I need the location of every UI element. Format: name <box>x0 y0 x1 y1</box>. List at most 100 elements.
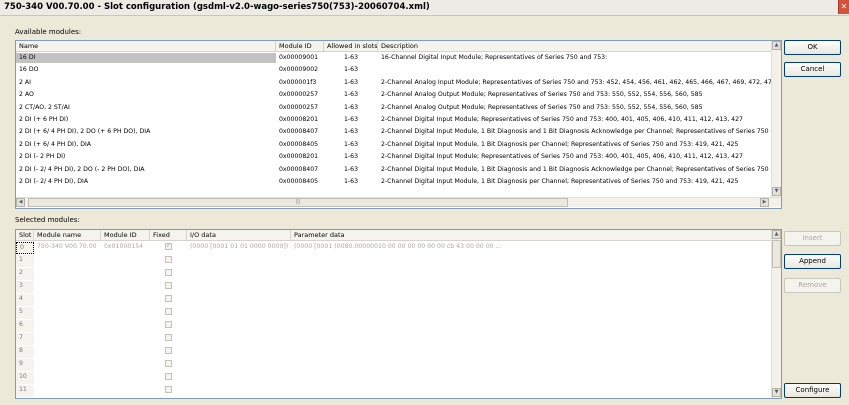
column-header-sel-module-id[interactable]: Module ID <box>101 230 150 241</box>
module-name-cell[interactable] <box>34 320 101 330</box>
insert-button[interactable]: Insert <box>784 231 841 246</box>
parameter-data-cell[interactable]: (0000 [0001 (0080.00000010 00 00 00 00 0… <box>291 242 772 252</box>
table-row[interactable]: 3 <box>16 281 772 293</box>
list-item[interactable]: 2 CT/AO, 2 ST/AI 0x00000257 1-63 2-Channel … <box>16 103 771 113</box>
io-data-cell[interactable] <box>187 255 291 265</box>
module-id-cell[interactable] <box>101 294 150 304</box>
module-name-cell[interactable] <box>34 294 101 304</box>
module-id-cell[interactable] <box>101 372 150 382</box>
column-header-module-name[interactable]: Module name <box>34 230 101 241</box>
column-header-parameter-data[interactable]: Parameter data <box>291 230 772 241</box>
configure-button[interactable]: Configure <box>784 383 841 398</box>
module-name-cell[interactable] <box>34 281 101 291</box>
module-name-cell[interactable] <box>34 333 101 343</box>
available-vertical-scrollbar[interactable]: ▲ ▼ <box>771 41 781 198</box>
module-id-cell[interactable] <box>101 281 150 291</box>
io-data-cell[interactable] <box>187 372 291 382</box>
module-id-cell[interactable] <box>101 346 150 356</box>
module-id-cell[interactable] <box>101 255 150 265</box>
scroll-left-icon[interactable]: ◀ <box>16 198 25 207</box>
close-icon[interactable]: ✕ <box>838 0 849 14</box>
table-row[interactable]: 11 <box>16 385 772 397</box>
list-item[interactable]: 16 DI 0x00009001 1-63 16-Channel Digital In… <box>16 53 771 63</box>
scroll-down-icon[interactable]: ▼ <box>772 187 781 196</box>
list-item[interactable]: 2 DI (- 2/ 4 PH DI), 2 DO (- 2 PH DO), D… <box>16 165 772 175</box>
fixed-checkbox[interactable] <box>165 360 172 367</box>
parameter-data-cell[interactable] <box>291 346 772 356</box>
table-row[interactable]: 1 <box>16 255 772 267</box>
module-id-cell[interactable] <box>101 385 150 395</box>
fixed-checkbox[interactable] <box>165 334 172 341</box>
parameter-data-cell[interactable] <box>291 268 772 278</box>
table-row[interactable]: 4 <box>16 294 772 306</box>
parameter-data-cell[interactable] <box>291 372 772 382</box>
io-data-cell[interactable]: (0000 [0001 01 01 0000 0000]) <box>187 242 291 252</box>
io-data-cell[interactable] <box>187 294 291 304</box>
list-item[interactable]: 2 DI (+ 6 PH DI) 0x00008201 1-63 2-Channel … <box>16 115 771 125</box>
parameter-data-cell[interactable] <box>291 320 772 330</box>
table-row[interactable]: 5 <box>16 307 772 319</box>
module-id-cell[interactable]: 0x01000154 <box>101 242 150 252</box>
list-item[interactable]: 2 AO 0x00000257 1-63 2-Channel Analog Outpu… <box>16 90 771 100</box>
io-data-cell[interactable] <box>187 268 291 278</box>
table-row[interactable]: 2 <box>16 268 772 280</box>
module-name-cell[interactable] <box>34 372 101 382</box>
module-id-cell[interactable] <box>101 307 150 317</box>
module-id-cell[interactable] <box>101 359 150 369</box>
append-button[interactable]: Append <box>784 254 841 269</box>
module-id-cell[interactable] <box>101 333 150 343</box>
fixed-checkbox[interactable] <box>165 256 172 263</box>
column-header-module-id[interactable]: Module ID <box>276 41 324 52</box>
column-header-allowed-slots[interactable]: Allowed in slots <box>324 41 378 52</box>
io-data-cell[interactable] <box>187 359 291 369</box>
io-data-cell[interactable] <box>187 333 291 343</box>
fixed-checkbox[interactable] <box>165 269 172 276</box>
column-header-fixed[interactable]: Fixed <box>150 230 187 241</box>
list-item[interactable]: 2 DI (+ 6/ 4 PH DI), DIA 0x00008405 1-63 2-… <box>16 140 771 150</box>
parameter-data-cell[interactable] <box>291 385 772 395</box>
column-header-io-data[interactable]: I/O data <box>187 230 291 241</box>
parameter-data-cell[interactable] <box>291 333 772 343</box>
column-header-slot[interactable]: Slot <box>16 230 34 241</box>
parameter-data-cell[interactable] <box>291 307 772 317</box>
fixed-checkbox[interactable] <box>165 386 172 393</box>
column-header-description[interactable]: Description <box>378 41 772 52</box>
list-item[interactable]: 2 DI (- 2/ 4 PH DI), DIA 0x00008405 1-63 2-… <box>16 177 771 187</box>
vertical-scroll-thumb[interactable] <box>772 240 781 268</box>
scroll-up-icon[interactable]: ▲ <box>772 230 781 239</box>
fixed-checkbox[interactable] <box>165 373 172 380</box>
available-modules-table[interactable]: Name Module ID Allowed in slots Descript… <box>15 40 782 209</box>
fixed-checkbox[interactable] <box>165 347 172 354</box>
available-horizontal-scrollbar[interactable]: ◀ ||| ▶ <box>16 197 781 207</box>
scroll-right-icon[interactable]: ▶ <box>760 198 769 207</box>
selected-vertical-scrollbar[interactable]: ▲ ▼ <box>771 230 781 398</box>
fixed-checkbox[interactable] <box>165 295 172 302</box>
fixed-checkbox[interactable] <box>165 282 172 289</box>
parameter-data-cell[interactable] <box>291 359 772 369</box>
horizontal-scroll-thumb[interactable]: ||| <box>28 198 568 207</box>
module-id-cell[interactable] <box>101 320 150 330</box>
list-item[interactable]: 16 DO 0x00009002 1-63 <box>16 65 771 75</box>
fixed-checkbox[interactable] <box>165 321 172 328</box>
fixed-checkbox[interactable] <box>165 242 172 250</box>
module-name-cell[interactable] <box>34 268 101 278</box>
scroll-down-icon[interactable]: ▼ <box>772 388 781 397</box>
io-data-cell[interactable] <box>187 346 291 356</box>
parameter-data-cell[interactable] <box>291 281 772 291</box>
parameter-data-cell[interactable] <box>291 294 772 304</box>
list-item[interactable]: 2 AI 0x000001f3 1-63 2-Channel Analog Input… <box>16 78 772 88</box>
module-id-cell[interactable] <box>101 268 150 278</box>
list-item[interactable]: 2 DI (+ 6/ 4 PH DI), 2 DO (+ 6 PH DO), D… <box>16 127 772 137</box>
table-row[interactable]: 8 <box>16 346 772 358</box>
module-name-cell[interactable] <box>34 255 101 265</box>
selected-modules-table[interactable]: Slot Module name Module ID Fixed I/O dat… <box>15 229 782 399</box>
ok-button[interactable]: OK <box>784 40 841 55</box>
parameter-data-cell[interactable] <box>291 255 772 265</box>
module-name-cell[interactable] <box>34 307 101 317</box>
io-data-cell[interactable] <box>187 307 291 317</box>
table-row[interactable]: 9 <box>16 359 772 371</box>
module-name-cell[interactable] <box>34 359 101 369</box>
module-name-cell[interactable] <box>34 346 101 356</box>
table-row[interactable]: 7 <box>16 333 772 345</box>
scroll-up-icon[interactable]: ▲ <box>772 41 781 50</box>
